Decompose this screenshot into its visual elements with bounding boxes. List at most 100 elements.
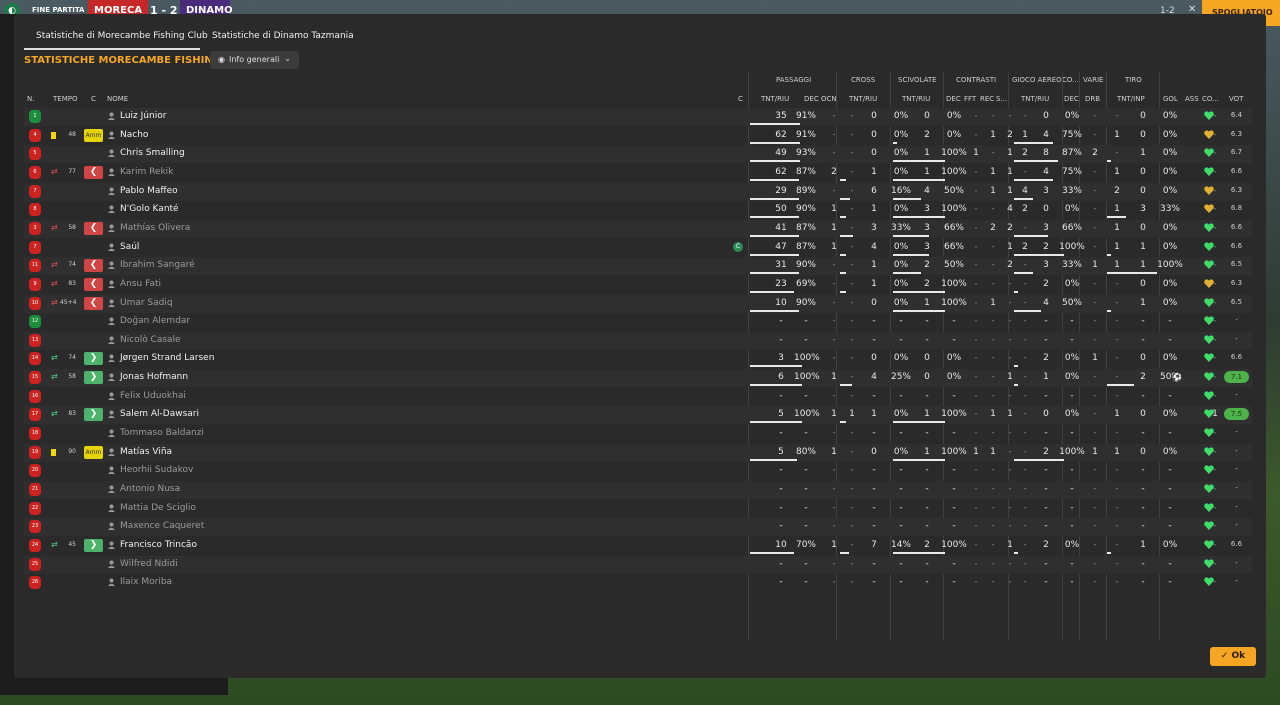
substitution-in-badge[interactable]: ❯ xyxy=(84,371,103,385)
table-row[interactable]: 25 Wilfred Ndidi - - - - - - - - - - - - - - - - - - - - xyxy=(24,555,1252,574)
col-tempo[interactable]: TEMPO xyxy=(53,95,77,103)
col-con-rec[interactable]: REC xyxy=(980,95,994,103)
col-aer-tnt[interactable]: TNT/RIU xyxy=(1021,95,1049,103)
table-row[interactable]: 22 Mattia De Sciglio - - - - - - - - - - - - - - - - - - - - xyxy=(24,500,1252,518)
table-row[interactable]: 24 ⇄ 45 ❯ Francisco Trincão 10 70% 1-7 14% 2 100% -… xyxy=(24,537,1252,555)
table-row[interactable]: 14 ⇄ 74 ❯ Jørgen Strand Larsen 3 100% - -0 0% 0 0% -… xyxy=(24,350,1252,368)
player-name[interactable]: Tommaso Baldanzi xyxy=(120,428,204,438)
player-name[interactable]: Umar Sadiq xyxy=(120,298,173,308)
col-co-dec[interactable]: DEC xyxy=(1064,95,1079,103)
player-name[interactable]: Antonio Nusa xyxy=(120,484,180,494)
player-name[interactable]: Ilaix Moriba xyxy=(120,577,172,587)
table-row[interactable]: 5 Chris Smalling 49 93% - -0 0% 1 100% 1-1 2 8 87% 2-… xyxy=(24,145,1252,164)
player-name[interactable]: N'Golo Kanté xyxy=(120,204,179,214)
col-c2[interactable]: C xyxy=(738,95,743,103)
player-name[interactable]: Maxence Caqueret xyxy=(120,521,204,531)
col-con-fft[interactable]: FFT xyxy=(964,95,976,103)
player-name[interactable]: Francisco Trincão xyxy=(120,540,197,550)
player-name[interactable]: Heorhii Sudakov xyxy=(120,465,193,475)
substitution-out-badge[interactable]: ❮ xyxy=(84,165,103,179)
table-row[interactable]: 17 ⇄ 83 ❯ Salem Al-Dawsari 5 100% 1 1 1 0% 1 100% -1 1… xyxy=(24,406,1252,425)
substitution-in-badge[interactable]: ❯ xyxy=(84,352,103,366)
player-name[interactable]: Ansu Fati xyxy=(120,279,161,289)
col-con-dec[interactable]: DEC xyxy=(946,95,961,103)
cross-attempts: 0 xyxy=(871,111,877,121)
substitution-out-badge[interactable]: ❮ xyxy=(84,259,103,273)
substitution-out-badge[interactable]: ❮ xyxy=(84,221,103,235)
col-con-s[interactable]: S... xyxy=(996,95,1007,103)
table-row[interactable]: 18 Tommaso Baldanzi - - - - - - - - - - - - - - - - - - - - xyxy=(24,425,1252,443)
col-pass-ocn[interactable]: OCN xyxy=(821,95,837,103)
table-row[interactable]: 9 ⇄ 83 ❮ Ansu Fati 23 69% - -1 0% 2 100% - - - -2 0% - -0 0… xyxy=(24,276,1252,294)
table-row[interactable]: 3 ⇄ 58 ❮ Mathías Olivera 41 87% 1-3 33% 3 66% -2 2-3… xyxy=(24,219,1252,238)
player-name[interactable]: Karim Rekik xyxy=(120,167,173,177)
table-row[interactable]: 6 ⇄ 77 ❮ Karim Rekik 62 87% 2-1 0% 1 100% -1 1-4 75% -… xyxy=(24,164,1252,182)
player-name[interactable]: Saúl xyxy=(120,242,139,252)
player-name[interactable]: Doğan Alemdar xyxy=(120,316,190,326)
table-row[interactable]: 20 Heorhii Sudakov - - - - - - - - - - - - - - - - - - - - xyxy=(24,462,1252,480)
player-name[interactable]: Mattia De Sciglio xyxy=(120,503,196,513)
player-name[interactable]: Nacho xyxy=(120,130,148,140)
table-row[interactable]: 8 N'Golo Kanté 50 90% 1-1 0% 3 100% - -4 2 0 0% -1 3 33… xyxy=(24,201,1252,219)
substitution-out-badge[interactable]: ❮ xyxy=(84,277,103,291)
col-ass[interactable]: ASS xyxy=(1185,95,1199,103)
co-decisive: - xyxy=(1093,428,1097,439)
player-name[interactable]: Salem Al-Dawsari xyxy=(120,409,199,419)
col-con[interactable]: CO... xyxy=(1202,95,1219,103)
tab-home-stats[interactable]: Statistiche di Morecambe Fishing Club xyxy=(24,28,208,50)
booking-badge[interactable]: Amm xyxy=(84,128,103,142)
aerial-attempts: 0 xyxy=(1043,111,1049,121)
player-name[interactable]: Jonas Hofmann xyxy=(120,372,188,382)
col-n[interactable]: N. xyxy=(27,95,34,103)
table-row[interactable]: 1 Luiz Júnior 35 91% - -0 0% 0 0% - - - -0 0% - -0 0% -6.… xyxy=(24,108,1252,126)
duel-stat: - xyxy=(974,316,978,327)
table-row[interactable]: 10 ⇄ 45+4 ❮ Umar Sadiq 10 90% - -0 0% 1 100% -1- -4 50… xyxy=(24,294,1252,313)
col-sciv-tnt[interactable]: TNT/RIU xyxy=(902,95,930,103)
col-pass-dec[interactable]: DEC xyxy=(804,95,819,103)
table-row[interactable]: 7 Saúl C 47 87% 1-4 0% 3 66% - -1 2 2 100% -1 1 0% -6.6 xyxy=(24,239,1252,257)
player-name[interactable]: Wilfred Ndidi xyxy=(120,559,178,569)
col-pass-tnt[interactable]: TNT/RIU xyxy=(761,95,789,103)
table-row[interactable]: 16 Felix Uduokhai - - - - - - - - - - - - - - - - - - - - xyxy=(24,388,1252,406)
tab-away-stats[interactable]: Statistiche di Dinamo Tazmania xyxy=(200,28,366,50)
substitution-in-badge[interactable]: ❯ xyxy=(84,408,103,422)
col-tiro-tnt[interactable]: TNT/INP xyxy=(1117,95,1145,103)
duel-stat: - xyxy=(1023,390,1027,401)
table-row[interactable]: 7 Pablo Maffeo 29 89% - -6 16% 4 50% -1 1 4 3 33% -2 0 0… xyxy=(24,182,1252,201)
player-name[interactable]: Chris Smalling xyxy=(120,148,185,158)
table-row[interactable]: 11 ⇄ 74 ❮ Ibrahim Sangaré 31 90% - -1 0% 2 50% - -2-3… xyxy=(24,257,1252,276)
table-row[interactable]: 15 ⇄ 58 ❯ Jonas Hofmann 6 100% 1-4 25% 0 0% - -1-1 0%… xyxy=(24,369,1252,388)
player-name[interactable]: Jørgen Strand Larsen xyxy=(120,353,214,363)
substitution-in-badge[interactable]: ❯ xyxy=(84,538,103,552)
pass-accuracy: 90% xyxy=(795,204,816,215)
pass-accuracy: - xyxy=(804,484,808,494)
col-vot[interactable]: VOT xyxy=(1229,95,1243,103)
col-cross-tnt[interactable]: TNT/RIU xyxy=(849,95,877,103)
cross-accuracy: - xyxy=(899,390,903,401)
player-name[interactable]: Mathías Olivera xyxy=(120,223,190,233)
tackle-accuracy: - xyxy=(952,577,956,588)
player-name[interactable]: Luiz Júnior xyxy=(120,111,166,121)
player-name[interactable]: Matías Viña xyxy=(120,447,172,457)
table-row[interactable]: 21 Antonio Nusa - - - - - - - - - - - - - - - - - - - - xyxy=(24,481,1252,499)
table-row[interactable]: 26 Ilaix Moriba - - - - - - - - - - - - - - - - - - - - xyxy=(24,574,1252,592)
col-gol[interactable]: GOL xyxy=(1163,95,1178,103)
booking-badge[interactable]: Amm xyxy=(84,445,103,459)
view-dropdown[interactable]: ◉ Info generali ⌄ xyxy=(210,51,299,69)
player-name[interactable]: Nicolò Casale xyxy=(120,335,181,345)
player-name[interactable]: Ibrahim Sangaré xyxy=(120,260,195,270)
table-row[interactable]: 13 Nicolò Casale - - - - - - - - - - - - - - - - - - - - xyxy=(24,331,1252,350)
ok-button[interactable]: ✓ Ok xyxy=(1210,647,1256,666)
player-name[interactable]: Pablo Maffeo xyxy=(120,186,178,196)
table-row[interactable]: 4 48 Amm Nacho 62 91% - -0 0% 2 0% -1 2 1 4 75% -1 0 0% -6.… xyxy=(24,127,1252,145)
col-var-drb[interactable]: DRB xyxy=(1085,95,1100,103)
col-c[interactable]: C xyxy=(91,95,96,103)
table-row[interactable]: 19 90 Amm Matías Viña 5 80% 1-0 0% 1 100% 1 1- -2 100… xyxy=(24,443,1252,462)
player-name[interactable]: Felix Uduokhai xyxy=(120,391,186,401)
col-nome[interactable]: NOME xyxy=(107,95,128,103)
table-row[interactable]: 12 Doğan Alemdar - - - - - - - - - - - - - - - - - - - - xyxy=(24,313,1252,331)
substitution-out-badge[interactable]: ❮ xyxy=(84,296,103,310)
shirt-number: 7 xyxy=(29,184,41,198)
table-row[interactable]: 23 Maxence Caqueret - - - - - - - - - - - - - - - - - - - - xyxy=(24,518,1252,537)
tackle-attempts: 3 xyxy=(924,204,930,215)
